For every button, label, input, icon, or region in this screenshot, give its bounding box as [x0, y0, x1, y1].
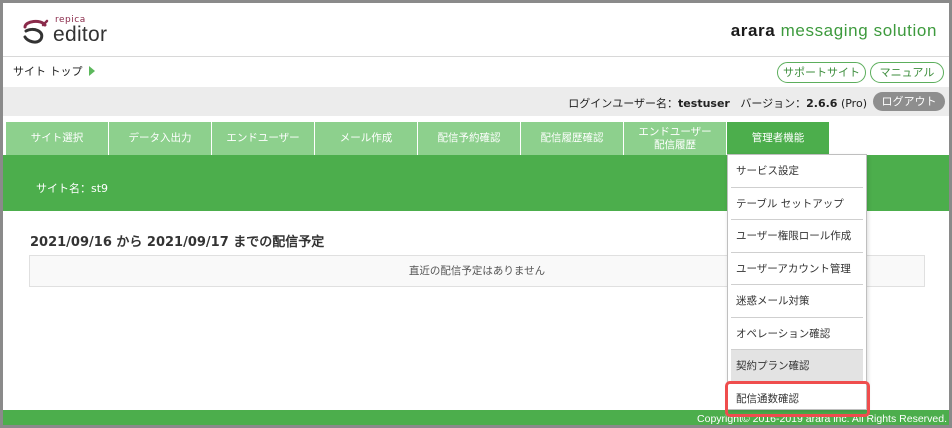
tab-admin[interactable]: 管理者機能 — [727, 122, 829, 155]
support-site-button[interactable]: サポートサイト — [777, 62, 866, 83]
logo-main-text: editor — [53, 23, 108, 46]
menu-item-role-create[interactable]: ユーザー権限ロール作成 — [731, 220, 863, 253]
brand-logo: arara messaging solution — [731, 21, 937, 41]
login-user-label: ログインユーザー名： — [568, 97, 679, 110]
main-nav: サイト選択 データ入出力 エンドユーザー メール作成 配信予約確認 配信履歴確認… — [6, 122, 830, 155]
menu-item-account-management[interactable]: ユーザーアカウント管理 — [731, 253, 863, 285]
tab-end-user[interactable]: エンドユーザー — [212, 122, 314, 155]
logout-button[interactable]: ログアウト — [873, 92, 945, 111]
repica-editor-logo[interactable]: repica editor — [21, 15, 121, 47]
chevron-right-icon — [88, 66, 95, 76]
brand-name: arara — [730, 21, 776, 40]
user-bar: ログインユーザー名：testuser バージョン：2.6.6 (Pro) ログア… — [3, 87, 949, 116]
tab-end-user-delivery-history[interactable]: エンドユーザー 配信履歴 — [624, 122, 726, 155]
site-name: サイト名：st9 — [36, 180, 108, 196]
menu-item-operation-check[interactable]: オペレーション確認 — [731, 318, 863, 350]
site-name-label: サイト名： — [36, 182, 91, 195]
username: testuser — [678, 97, 730, 110]
breadcrumb-site-top[interactable]: サイト トップ — [13, 65, 83, 78]
admin-dropdown-menu: サービス設定 テーブル セットアップ ユーザー権限ロール作成 ユーザーアカウント… — [727, 154, 867, 410]
tab-delivery-reservation[interactable]: 配信予約確認 — [418, 122, 520, 155]
manual-button[interactable]: マニュアル — [870, 62, 944, 83]
menu-item-contract-plan[interactable]: 契約プラン確認 — [731, 350, 863, 383]
tab-delivery-history[interactable]: 配信履歴確認 — [521, 122, 623, 155]
schedule-title: 2021/09/16 から 2021/09/17 までの配信予定 — [30, 235, 325, 250]
tab-mail-create[interactable]: メール作成 — [315, 122, 417, 155]
site-name-value: st9 — [91, 182, 109, 195]
tab-label-line1: エンドユーザー — [638, 125, 712, 138]
version-number: 2.6.6 — [806, 97, 838, 110]
edition: (Pro) — [840, 97, 867, 110]
tab-label-line2: 配信履歴 — [653, 138, 696, 151]
header: repica editor arara messaging solution — [3, 3, 949, 57]
user-info: ログインユーザー名：testuser バージョン：2.6.6 (Pro) — [568, 95, 867, 111]
menu-item-service-settings[interactable]: サービス設定 — [731, 155, 863, 188]
tab-data-io[interactable]: データ入出力 — [109, 122, 211, 155]
logo-icon — [23, 19, 49, 44]
app-window: repica editor arara messaging solution サ… — [0, 0, 952, 428]
menu-item-spam-measures[interactable]: 迷惑メール対策 — [731, 285, 863, 318]
breadcrumb[interactable]: サイト トップ — [13, 63, 95, 79]
highlight-box — [725, 381, 870, 417]
brand-tagline: messaging solution — [775, 21, 937, 40]
menu-item-table-setup[interactable]: テーブル セットアップ — [731, 188, 863, 220]
version-label: バージョン： — [740, 97, 807, 110]
tab-site-select[interactable]: サイト選択 — [6, 122, 108, 155]
